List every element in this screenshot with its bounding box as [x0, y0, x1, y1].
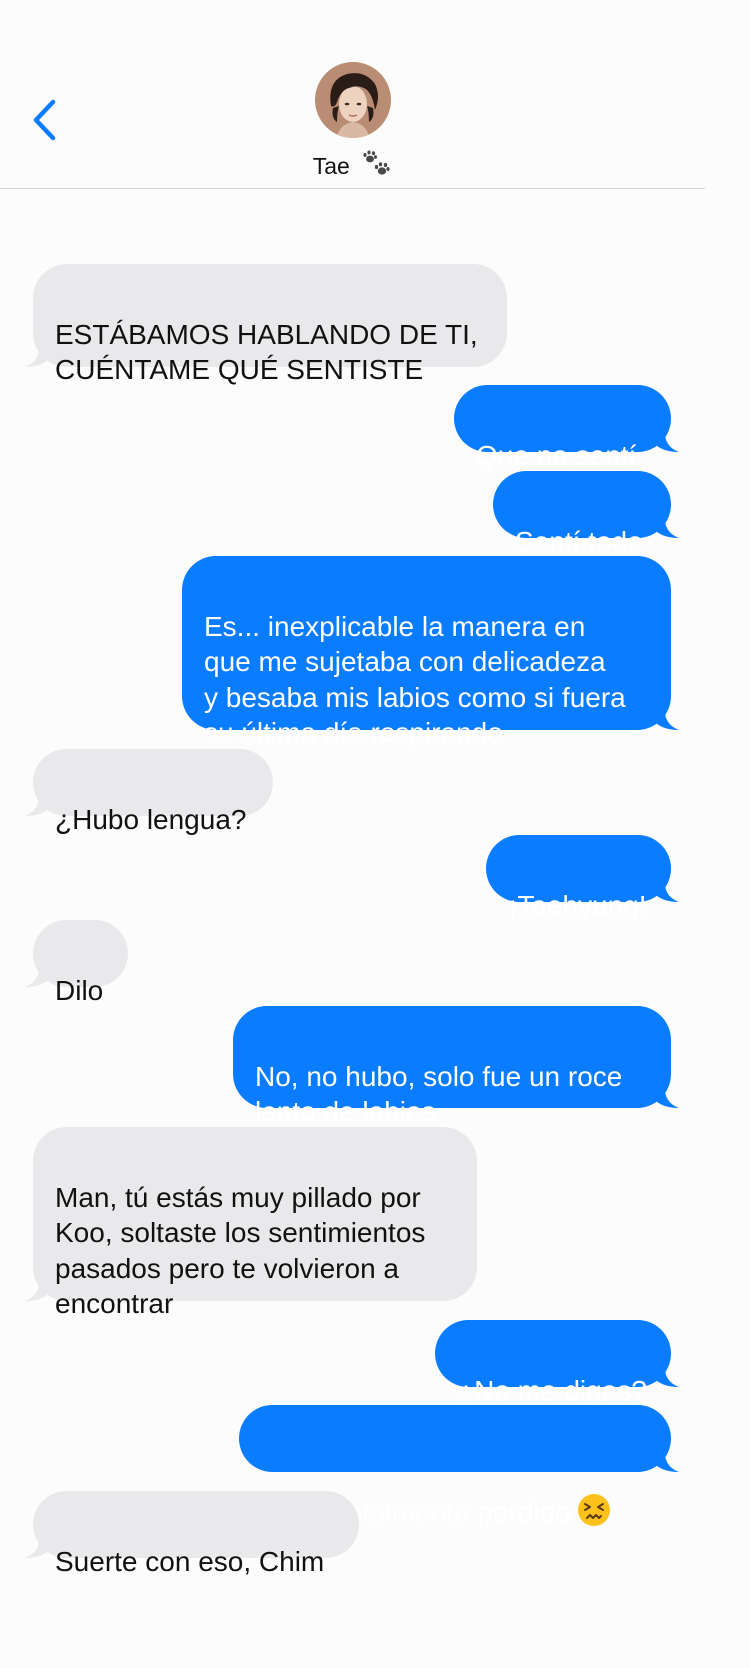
message-text: ¿Hubo lengua? — [55, 803, 247, 835]
message-text: ESTÁBAMOS HABLANDO DE TI, CUÉNTAME QUÉ S… — [55, 318, 478, 386]
message-text: Dilo — [55, 974, 104, 1006]
confounded-face-icon — [577, 1458, 611, 1526]
message-list: ESTÁBAMOS HABLANDO DE TI, CUÉNTAME QUÉ S… — [0, 0, 750, 1668]
message-bubble-outgoing[interactable]: ¡Taehyung! — [486, 835, 679, 921]
message-text: No, no hubo, solo fue un roce lento de l… — [255, 1060, 623, 1128]
message-bubble-outgoing[interactable]: Estoy totalmente perdido — [239, 1405, 679, 1527]
message-text: ¡Taehyung! — [508, 889, 647, 921]
message-text: Man, tú estás muy pillado por Koo, solta… — [55, 1181, 426, 1320]
message-bubble-outgoing[interactable]: No, no hubo, solo fue un roce lento de l… — [233, 1006, 679, 1127]
message-bubble-outgoing[interactable]: Es... inexplicable la manera en que me s… — [182, 556, 679, 748]
message-bubble-outgoing[interactable]: ¿No me digas? — [435, 1320, 679, 1406]
message-text: ¿No me digas? — [457, 1374, 647, 1406]
message-bubble-incoming[interactable]: Dilo — [25, 920, 128, 1006]
message-bubble-incoming[interactable]: Suerte con eso, Chim — [25, 1491, 359, 1577]
message-bubble-incoming[interactable]: ¿Hubo lengua? — [25, 749, 273, 835]
message-bubble-incoming[interactable]: Man, tú estás muy pillado por Koo, solta… — [25, 1127, 477, 1319]
message-bubble-outgoing[interactable]: Sentí todo — [493, 471, 679, 557]
message-text: Es... inexplicable la manera en que me s… — [204, 610, 626, 749]
message-text: Suerte con eso, Chim — [55, 1545, 325, 1577]
message-bubble-incoming[interactable]: ESTÁBAMOS HABLANDO DE TI, CUÉNTAME QUÉ S… — [25, 264, 507, 385]
message-bubble-outgoing[interactable]: Que no sentí — [454, 385, 679, 471]
message-text: Que no sentí — [476, 439, 637, 471]
message-text: Sentí todo — [515, 525, 643, 557]
